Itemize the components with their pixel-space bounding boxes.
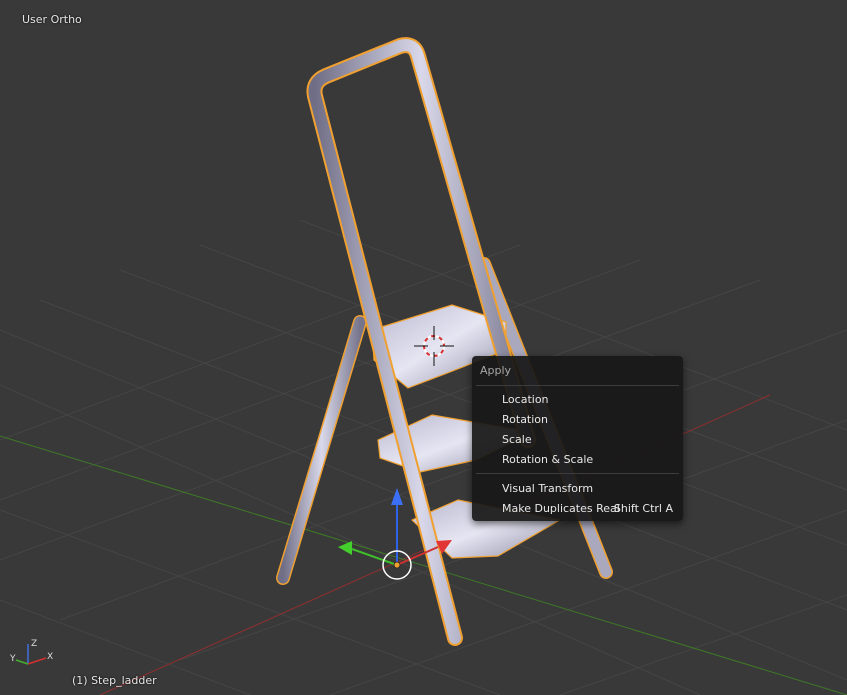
menu-item-label: Visual Transform bbox=[502, 482, 594, 495]
menu-divider bbox=[476, 385, 679, 386]
axis-gizmo-icon: Z X Y bbox=[9, 639, 53, 665]
menu-item-label: Scale bbox=[502, 433, 532, 446]
view-name-label: User Ortho bbox=[22, 13, 82, 26]
viewport-scene bbox=[0, 37, 847, 695]
menu-item-label: Rotation bbox=[502, 413, 549, 426]
menu-item-make-duplicates-real[interactable]: Make Duplicates Real Shift Ctrl A bbox=[476, 499, 679, 518]
menu-item-label: Location bbox=[502, 393, 549, 406]
menu-item-visual-transform[interactable]: Visual Transform bbox=[476, 479, 679, 498]
axis-z-label: Z bbox=[31, 639, 37, 649]
menu-title: Apply bbox=[480, 364, 512, 377]
menu-item-scale[interactable]: Scale bbox=[476, 430, 679, 449]
object-info-label: (1) Step_ladder bbox=[72, 674, 157, 687]
y-axis-line bbox=[0, 435, 847, 695]
menu-item-rotation[interactable]: Rotation bbox=[476, 410, 679, 429]
menu-item-rotation-and-scale[interactable]: Rotation & Scale bbox=[476, 450, 679, 469]
axis-y-label: Y bbox=[9, 654, 16, 664]
axis-x-label: X bbox=[47, 652, 53, 662]
menu-item-location[interactable]: Location bbox=[476, 390, 679, 409]
menu-item-shortcut: Shift Ctrl A bbox=[613, 502, 673, 515]
apply-menu: Apply Location Rotation Scale Rotation &… bbox=[472, 356, 683, 521]
menu-item-label: Make Duplicates Real bbox=[502, 502, 620, 515]
menu-divider bbox=[476, 473, 679, 474]
3d-viewport[interactable]: User Ortho Z X Y (1) Step_ladder Apply L… bbox=[0, 0, 847, 695]
menu-item-label: Rotation & Scale bbox=[502, 453, 594, 466]
